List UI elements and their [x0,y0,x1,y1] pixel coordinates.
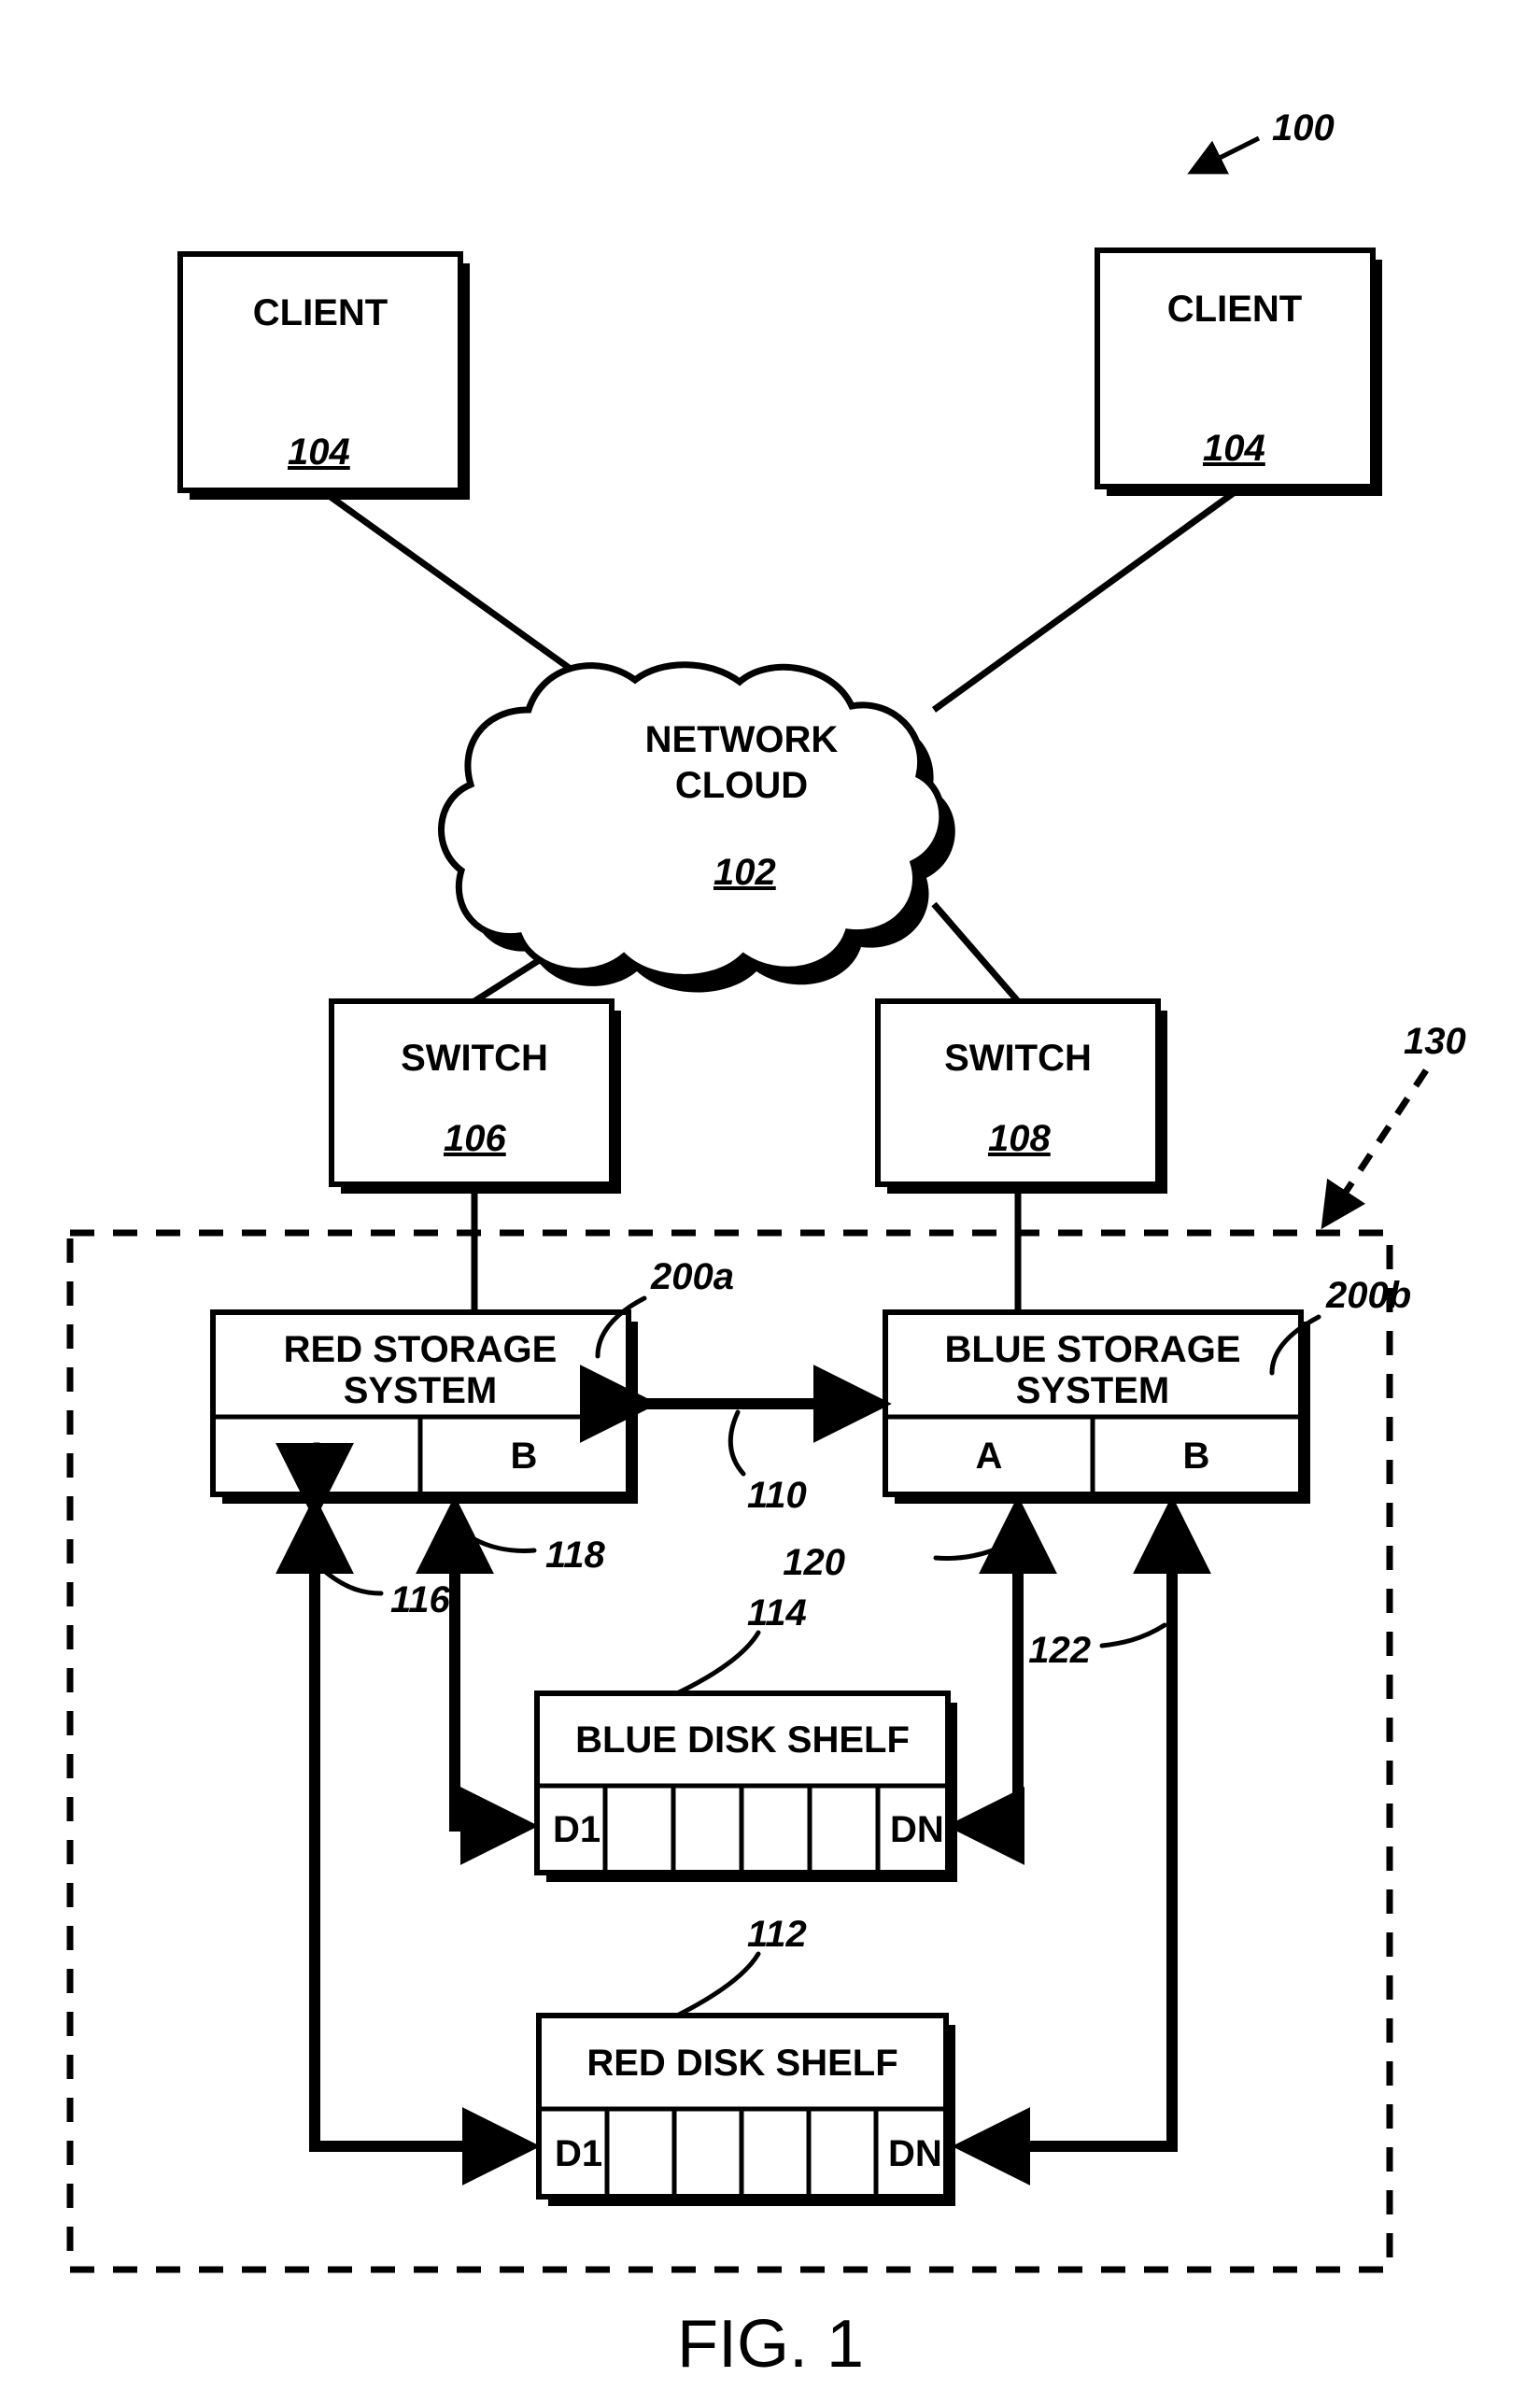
client-right-ref: 104 [1203,428,1265,469]
patent-figure-1: 100 CLIENT 104 CLIENT 104 NETWORK CLOUD … [0,0,1540,2405]
switch-108-ref: 108 [988,1118,1051,1159]
switch-box-106 [329,998,621,1194]
ref-130: 130 [1404,1021,1466,1062]
blue-storage-title-line1: BLUE STORAGE [944,1329,1240,1370]
ref-116: 116 [390,1579,451,1620]
figure-canvas: 100 CLIENT 104 CLIENT 104 NETWORK CLOUD … [66,107,1466,2382]
blue-storage-port-b: B [1183,1436,1210,1477]
blue-storage-port-a: A [976,1436,1003,1477]
ref-100: 100 [1272,107,1335,149]
blue-disk-shelf-first-disk: D1 [553,1809,600,1850]
interconnect-arrow [579,1365,892,1477]
ref-112: 112 [747,1914,807,1955]
client-right-title: CLIENT [1167,289,1302,330]
red-storage-title-line1: RED STORAGE [284,1329,558,1370]
switch-box-108 [875,998,1167,1194]
red-storage-port-a: A [304,1436,331,1477]
network-cloud [438,661,955,993]
blue-storage-title-line2: SYSTEM [1016,1370,1169,1411]
ref-110: 110 [747,1475,807,1516]
client-left-ref: 104 [288,431,350,473]
red-disk-shelf-first-disk: D1 [555,2133,602,2174]
blue-disk-shelf-title: BLUE DISK SHELF [575,1719,910,1761]
red-disk-shelf-last-disk: DN [888,2133,942,2174]
ref-118: 118 [545,1535,606,1576]
switch-108-title: SWITCH [944,1038,1092,1079]
client-left-title: CLIENT [253,292,388,333]
ref-122: 122 [1028,1630,1091,1671]
network-cloud-title-line1: NETWORK [645,719,839,760]
red-storage-title-line2: SYSTEM [344,1370,497,1411]
network-cloud-title-line2: CLOUD [675,765,808,806]
network-cloud-ref: 102 [713,852,776,893]
blue-disk-shelf-last-disk: DN [890,1809,944,1850]
ref-200b: 200b [1325,1275,1411,1316]
switch-106-ref: 106 [444,1118,506,1159]
red-disk-shelf-title: RED DISK SHELF [586,2043,897,2084]
red-storage-port-b: B [511,1436,538,1477]
ref-114: 114 [747,1592,807,1634]
ref-200a: 200a [650,1256,734,1297]
system-ref-100-leader [1187,135,1261,175]
switch-106-title: SWITCH [401,1038,548,1079]
figure-caption: FIG. 1 [677,2307,864,2382]
ref-120: 120 [783,1542,845,1583]
